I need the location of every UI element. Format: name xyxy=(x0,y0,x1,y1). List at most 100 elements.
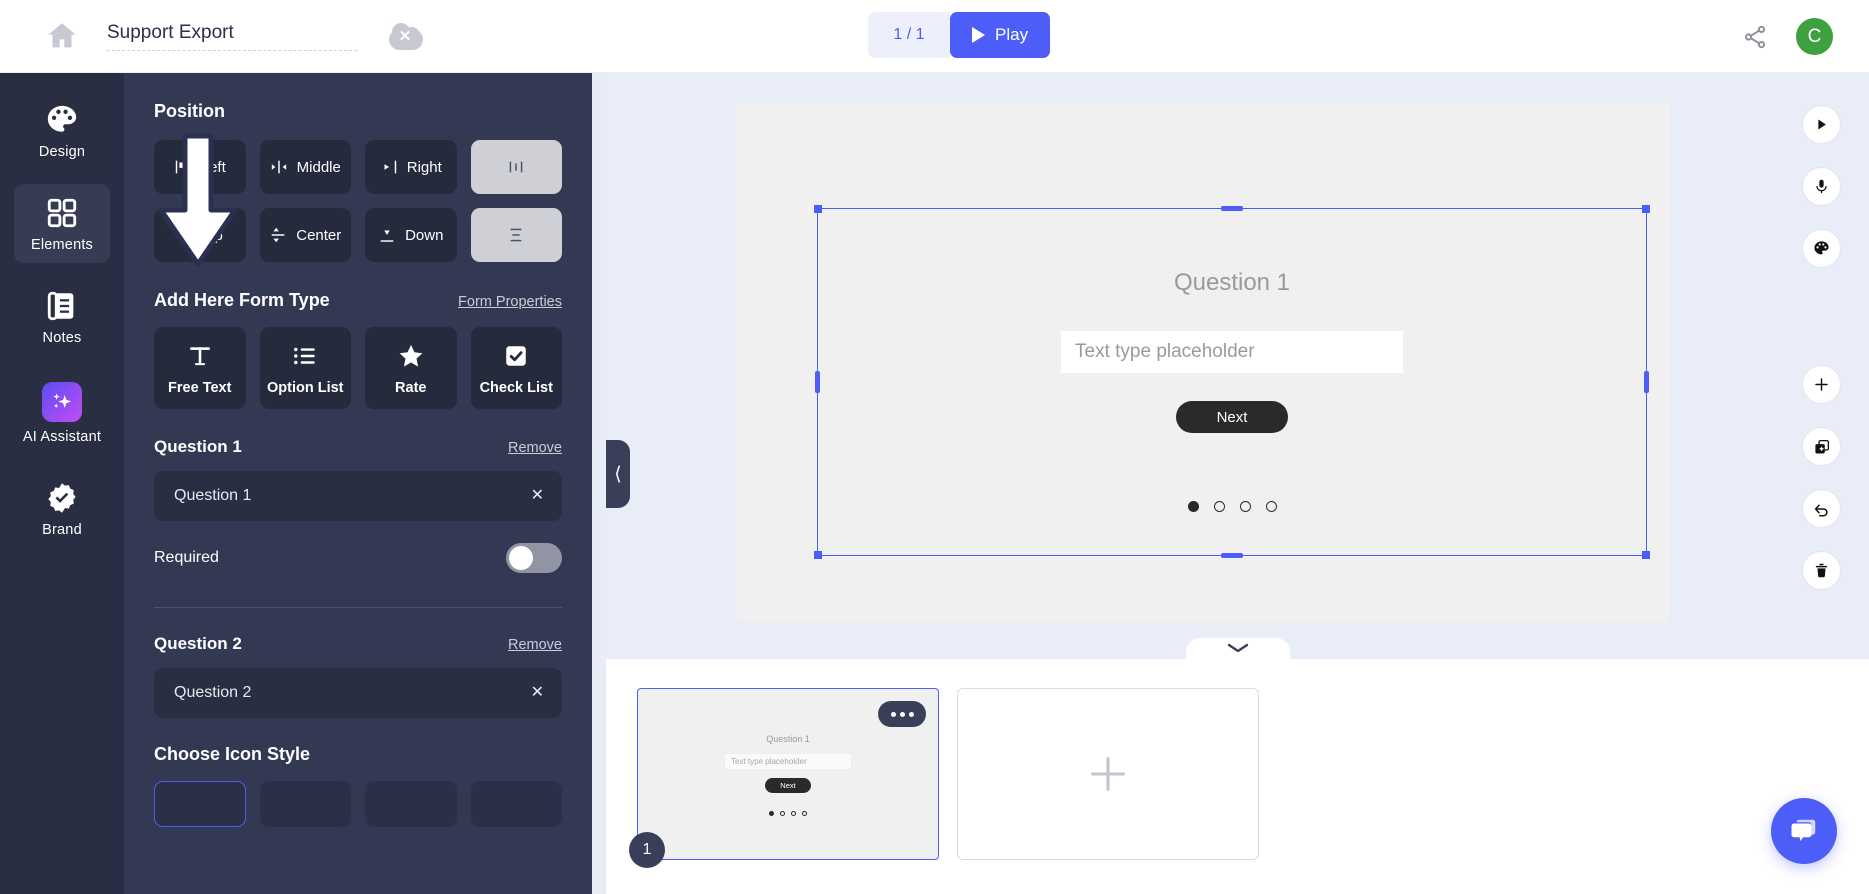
form-type-label: Option List xyxy=(266,379,344,396)
question-1-input[interactable]: Question 1 ✕ xyxy=(154,471,562,521)
question-1-required-toggle[interactable] xyxy=(506,543,562,573)
slides-strip-toggle[interactable] xyxy=(1185,638,1290,668)
home-icon[interactable] xyxy=(45,19,79,53)
align-center-button[interactable]: Center xyxy=(259,208,351,262)
play-button-label: Play xyxy=(995,25,1029,44)
align-down-label: Down xyxy=(405,226,444,244)
properties-panel: Position Left Middle Right Up Center Dow… xyxy=(124,73,592,894)
form-type-grid: Free Text Option List Rate Check List xyxy=(154,327,562,409)
question-1-remove-link[interactable]: Remove xyxy=(508,440,562,456)
distribute-horizontal-icon xyxy=(507,158,525,176)
sidebar-item-label: Design xyxy=(38,144,86,160)
star-icon xyxy=(397,341,425,371)
align-down-button[interactable]: Down xyxy=(365,208,457,262)
question-1-heading: Question 1 xyxy=(154,437,242,456)
form-type-header: Add Here Form Type Form Properties xyxy=(154,290,562,311)
sidebar-item-label: AI Assistant xyxy=(22,429,102,445)
sidebar-item-notes[interactable]: Notes xyxy=(14,277,110,356)
align-right-button[interactable]: Right xyxy=(365,140,457,194)
add-slide-button[interactable] xyxy=(957,688,1259,860)
sidebar-item-label: Elements xyxy=(30,237,94,253)
microphone-button[interactable] xyxy=(1802,167,1841,206)
resize-handle-top-center[interactable] xyxy=(1221,206,1243,211)
position-button-grid: Left Middle Right Up Center Down xyxy=(154,140,562,262)
page-counter[interactable]: 1 / 1 xyxy=(868,12,950,58)
bulleted-list-icon xyxy=(292,341,318,371)
sidebar-item-elements[interactable]: Elements xyxy=(14,184,110,263)
progress-dot[interactable] xyxy=(1265,501,1277,512)
resize-handle-top-right[interactable] xyxy=(1642,205,1650,213)
progress-dot[interactable] xyxy=(1187,501,1199,512)
resize-handle-bottom-right[interactable] xyxy=(1642,551,1650,559)
distribute-vertical-button[interactable] xyxy=(470,208,562,262)
close-icon[interactable]: ✕ xyxy=(531,488,544,504)
icon-style-option[interactable] xyxy=(154,781,246,827)
selection-box[interactable]: Question 1 Text type placeholder Next xyxy=(814,205,1650,559)
canvas-tools-mid xyxy=(1802,365,1841,528)
resize-handle-top-left[interactable] xyxy=(814,205,822,213)
duplicate-button[interactable] xyxy=(1802,427,1841,466)
slide-next-button[interactable]: Next xyxy=(1176,401,1288,433)
grid-squares-icon xyxy=(45,196,79,230)
align-top-icon xyxy=(177,226,195,244)
chat-support-button[interactable] xyxy=(1771,798,1837,864)
question-2-remove-link[interactable]: Remove xyxy=(508,637,562,653)
thumbnail-dot xyxy=(769,811,774,816)
close-icon[interactable]: ✕ xyxy=(531,685,544,701)
app-root: ✕ 1 / 1 Play C Design xyxy=(0,0,1869,894)
form-type-label: Check List xyxy=(479,379,553,396)
left-rail: Design Elements Notes AI Assistant Brand xyxy=(0,73,124,894)
distribute-horizontal-button[interactable] xyxy=(470,140,562,194)
thumbnail-next-button: Next xyxy=(765,778,811,793)
avatar[interactable]: C xyxy=(1796,18,1833,55)
resize-handle-bottom-left[interactable] xyxy=(814,551,822,559)
form-type-check-list-button[interactable]: Check List xyxy=(470,327,562,409)
progress-dot[interactable] xyxy=(1213,501,1225,512)
icon-style-option[interactable] xyxy=(259,781,351,827)
thumbnail-dot xyxy=(791,811,796,816)
center-controls: 1 / 1 Play xyxy=(868,12,1051,58)
slide-question-title: Question 1 xyxy=(1173,269,1291,296)
canvas-area: Question 1 Text type placeholder Next xyxy=(606,73,1869,659)
progress-dot[interactable] xyxy=(1239,501,1251,512)
align-left-button[interactable]: Left xyxy=(154,140,246,194)
slide-answer-input[interactable]: Text type placeholder xyxy=(1061,331,1403,373)
play-button[interactable]: Play xyxy=(950,12,1051,58)
align-center-horizontal-icon xyxy=(270,158,288,176)
slide-thumbnail[interactable]: Question 1 Text type placeholder Next 1 xyxy=(629,688,939,868)
resize-handle-left-center[interactable] xyxy=(815,371,820,393)
form-properties-link[interactable]: Form Properties xyxy=(458,294,562,310)
question-2-input[interactable]: Question 2 ✕ xyxy=(154,668,562,718)
align-up-button[interactable]: Up xyxy=(154,208,246,262)
icon-style-option[interactable] xyxy=(365,781,457,827)
add-element-button[interactable] xyxy=(1802,365,1841,404)
question-1-value: Question 1 xyxy=(174,487,252,504)
delete-button[interactable] xyxy=(1802,551,1841,590)
sidebar-item-brand[interactable]: Brand xyxy=(14,469,110,548)
icon-style-option[interactable] xyxy=(470,781,562,827)
panel-collapse-toggle[interactable]: ⟨ xyxy=(606,440,630,508)
more-horizontal-icon[interactable] xyxy=(878,701,926,727)
resize-handle-right-center[interactable] xyxy=(1644,371,1649,393)
undo-button[interactable] xyxy=(1802,489,1841,528)
document-title-input[interactable] xyxy=(107,21,357,51)
form-type-rate-button[interactable]: Rate xyxy=(365,327,457,409)
align-up-label: Up xyxy=(203,226,223,244)
resize-handle-bottom-center[interactable] xyxy=(1221,553,1243,558)
align-middle-button[interactable]: Middle xyxy=(259,140,351,194)
align-bottom-icon xyxy=(378,226,396,244)
preview-play-button[interactable] xyxy=(1802,105,1841,144)
position-heading: Position xyxy=(154,101,225,121)
form-type-option-list-button[interactable]: Option List xyxy=(259,327,351,409)
palette-button[interactable] xyxy=(1802,229,1841,268)
text-t-icon xyxy=(187,341,213,371)
question-2-header: Question 2 Remove xyxy=(154,634,562,654)
icon-style-options xyxy=(154,781,562,827)
form-type-free-text-button[interactable]: Free Text xyxy=(154,327,246,409)
slide-canvas[interactable]: Question 1 Text type placeholder Next xyxy=(737,103,1670,622)
cloud-offline-icon[interactable]: ✕ xyxy=(383,22,427,50)
sidebar-item-design[interactable]: Design xyxy=(14,91,110,170)
sidebar-item-ai-assistant[interactable]: AI Assistant xyxy=(14,370,110,455)
share-icon[interactable] xyxy=(1742,24,1768,50)
thumbnail-input: Text type placeholder xyxy=(724,753,852,770)
